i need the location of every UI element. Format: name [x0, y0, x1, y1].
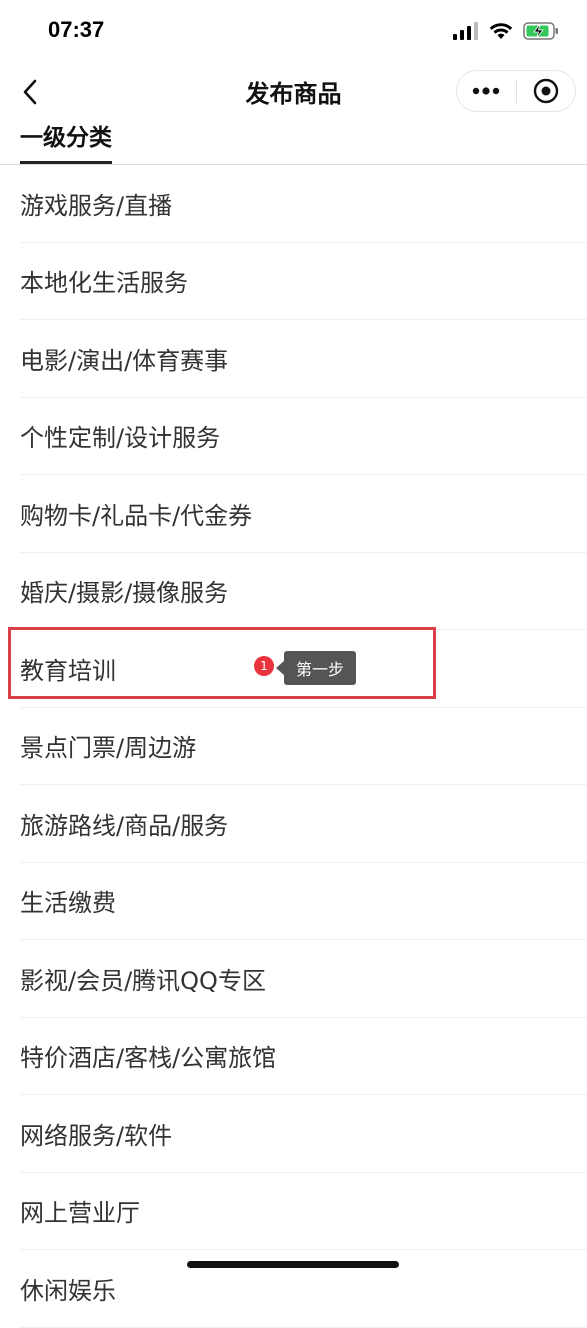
category-item[interactable]: 旅游路线/商品/服务: [20, 785, 587, 863]
mini-program-capsule: [456, 70, 576, 112]
step-number-badge: 1: [254, 656, 274, 676]
more-button[interactable]: [457, 70, 516, 112]
category-item[interactable]: 特价酒店/客栈/公寓旅馆: [20, 1018, 587, 1095]
category-item[interactable]: 网络服务/软件: [20, 1095, 587, 1173]
category-item[interactable]: 本地化生活服务: [20, 243, 587, 320]
signal-icon: [453, 22, 478, 40]
category-item[interactable]: 网上营业厅: [20, 1173, 587, 1250]
target-circle-icon: [533, 78, 558, 104]
category-item[interactable]: 个性定制/设计服务: [20, 398, 587, 475]
category-item[interactable]: 婚庆/摄影/摄像服务: [20, 553, 587, 630]
status-time: 07:37: [48, 17, 105, 42]
status-bar: 07:37: [0, 0, 587, 62]
home-indicator[interactable]: [187, 1261, 399, 1268]
close-mini-program-button[interactable]: [516, 70, 575, 112]
category-item[interactable]: 游戏服务/直播: [20, 165, 587, 243]
category-item[interactable]: 影视/会员/腾讯QQ专区: [20, 940, 587, 1018]
tab-primary-category[interactable]: 一级分类: [20, 118, 112, 164]
category-item[interactable]: 景点门票/周边游: [20, 708, 587, 785]
category-item[interactable]: 购物卡/礼品卡/代金券: [20, 475, 587, 553]
category-item[interactable]: 生活缴费: [20, 863, 587, 940]
wifi-icon: [489, 23, 513, 39]
step-tooltip: 第一步: [275, 651, 357, 685]
status-icons: [453, 20, 559, 42]
category-tab-row: 一级分类: [0, 110, 587, 165]
battery-charging-icon: [523, 22, 558, 40]
category-item[interactable]: 电影/演出/体育赛事: [20, 320, 587, 398]
category-list: 游戏服务/直播 本地化生活服务 电影/演出/体育赛事 个性定制/设计服务 购物卡…: [0, 165, 587, 1328]
more-dots-icon: [473, 87, 500, 95]
